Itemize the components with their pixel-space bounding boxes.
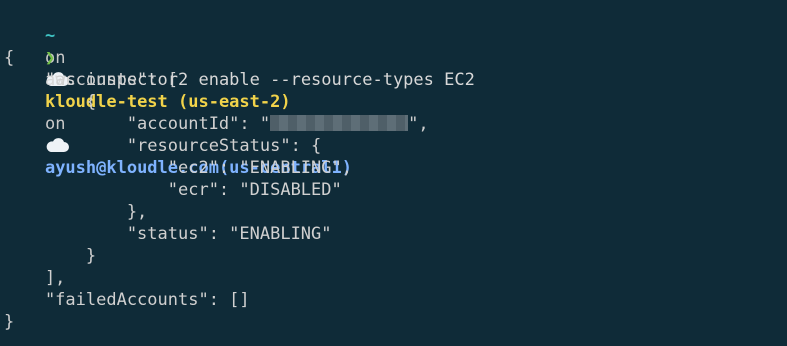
terminal-window[interactable]: ~ on kloudle-test (us-east-2) on ayush@k… xyxy=(0,0,787,346)
output-line: "resourceStatus": { xyxy=(4,136,322,156)
output-line-account-id: "accountId": " ", xyxy=(4,113,787,135)
prompt-line: ~ on kloudle-test (us-east-2) on ayush@k… xyxy=(4,3,787,178)
output-line: "failedAccounts": [] xyxy=(4,290,250,310)
output-line: { xyxy=(4,48,15,68)
account-id-suffix: ", xyxy=(408,114,429,134)
command-line: ❯ aws inspector2 enable --resource-types… xyxy=(4,25,787,90)
account-id-key: "accountId": " xyxy=(4,114,271,134)
cwd-tilde: ~ xyxy=(44,26,56,46)
output-line: "ecr": "DISABLED" xyxy=(4,180,342,200)
output-line: }, xyxy=(4,202,148,222)
output-line: "ec2": "ENABLING", xyxy=(4,158,352,178)
output-line: ], xyxy=(4,268,66,288)
output-line: } xyxy=(4,246,97,266)
output-line: "status": "ENABLING" xyxy=(4,224,332,244)
output-line: } xyxy=(4,312,15,332)
prompt-chevron: ❯ xyxy=(44,48,56,68)
redacted-account-id xyxy=(270,115,409,131)
